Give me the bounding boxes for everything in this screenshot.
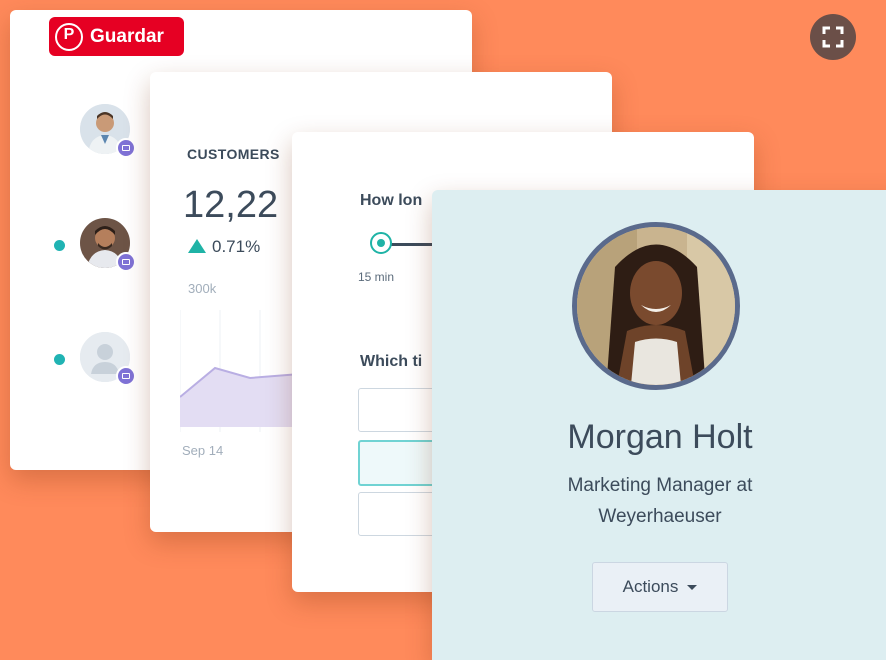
status-dot [54,354,65,365]
question-label: Which ti [360,353,423,370]
actions-label: Actions [622,577,679,596]
pinterest-icon: P [55,22,83,51]
chat-badge-icon [116,252,136,272]
slider-handle[interactable] [370,232,392,254]
chat-badge-icon [116,138,136,158]
stat-change: 0.71% [188,237,260,257]
slider-value: 15 min [358,270,395,284]
contact-item[interactable] [54,330,144,390]
chat-badge-icon [116,366,136,386]
profile-role: Marketing Manager at Weyerhaeuser [432,470,886,532]
actions-dropdown-button[interactable]: Actions [592,562,728,612]
profile-name: Morgan Holt [567,418,753,456]
profile-role-line1: Marketing Manager at [567,475,753,496]
pinterest-save-button[interactable]: P Guardar [49,17,184,56]
contact-item[interactable] [54,102,144,162]
chart-axis-label: 300k [188,281,217,296]
caret-down-icon [687,584,698,590]
contact-item[interactable] [54,216,144,276]
profile-role-line2: Weyerhaeuser [598,506,722,527]
question-label: How lon [360,192,423,209]
stat-value: 12,22 [183,184,279,226]
stat-change-value: 0.71% [212,237,261,256]
stat-label: CUSTOMERS [187,146,280,162]
mini-area-chart [180,310,300,432]
trend-up-icon [188,239,206,253]
profile-photo [572,222,740,390]
profile-card: Morgan Holt Marketing Manager at Weyerha… [432,190,886,660]
chart-date-label: Sep 14 [182,443,224,458]
status-dot [54,240,65,251]
save-label: Guardar [90,25,164,47]
expand-button[interactable] [810,14,856,60]
expand-icon [822,26,844,48]
